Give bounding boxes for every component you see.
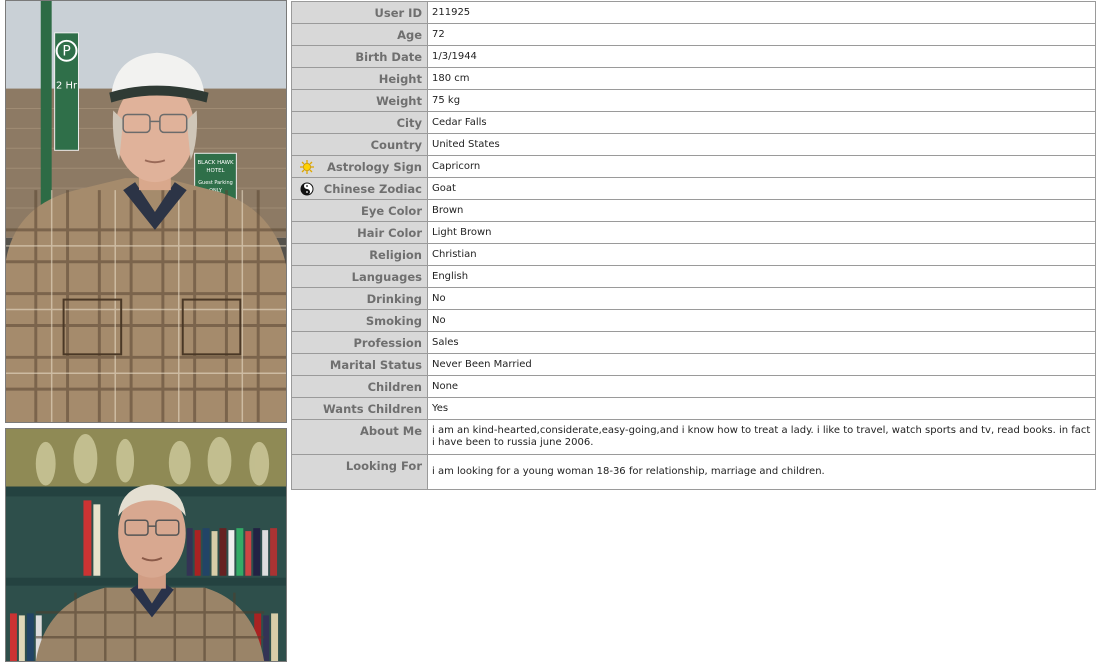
parking-sign-hours: 2 Hr	[56, 81, 78, 92]
profile-row-religion: Religion Christian	[291, 243, 1096, 266]
profile-row-smoking: Smoking No	[291, 309, 1096, 332]
profile-label-text-eye-color: Eye Color	[360, 203, 422, 218]
profile-label-age: Age	[291, 23, 428, 46]
profile-row-weight: Weight 75 kg	[291, 89, 1096, 112]
profile-value-smoking: No	[427, 309, 1096, 332]
profile-label-profession: Profession	[291, 331, 428, 354]
profile-row-age: Age 72	[291, 23, 1096, 46]
profile-label-eye-color: Eye Color	[291, 199, 428, 222]
profile-label-birth-date: Birth Date	[291, 45, 428, 68]
profile-row-hair-color: Hair Color Light Brown	[291, 221, 1096, 244]
profile-label-text-weight: Weight	[376, 93, 422, 108]
hotel-sign-line-1: BLACK HAWK	[197, 160, 234, 166]
profile-row-drinking: Drinking No	[291, 287, 1096, 310]
profile-label-hair-color: Hair Color	[291, 221, 428, 244]
profile-value-eye-color: Brown	[427, 199, 1096, 222]
profile-row-height: Height 180 cm	[291, 67, 1096, 90]
profile-label-text-user-id: User ID	[374, 5, 422, 20]
profile-label-text-children: Children	[367, 379, 422, 394]
profile-label-text-country: Country	[370, 137, 422, 152]
profile-label-astrology-sign: Astrology Sign	[291, 155, 428, 178]
profile-value-city: Cedar Falls	[427, 111, 1096, 134]
profile-value-astrology-sign: Capricorn	[427, 155, 1096, 178]
profile-label-chinese-zodiac: Chinese Zodiac	[291, 177, 428, 200]
profile-row-wants-children: Wants Children Yes	[291, 397, 1096, 420]
profile-label-marital-status: Marital Status	[291, 353, 428, 376]
profile-label-text-drinking: Drinking	[366, 291, 422, 306]
profile-value-country: United States	[427, 133, 1096, 156]
profile-row-eye-color: Eye Color Brown	[291, 199, 1096, 222]
profile-label-wants-children: Wants Children	[291, 397, 428, 420]
profile-row-looking-for: Looking For i am looking for a young woma…	[291, 454, 1096, 490]
profile-label-city: City	[291, 111, 428, 134]
parking-sign-letter: P	[62, 44, 70, 60]
profile-label-languages: Languages	[291, 265, 428, 288]
profile-value-height: 180 cm	[427, 67, 1096, 90]
profile-row-city: City Cedar Falls	[291, 111, 1096, 134]
profile-label-user-id: User ID	[291, 1, 428, 24]
profile-row-chinese-zodiac: Chinese Zodiac Goat	[291, 177, 1096, 200]
profile-label-religion: Religion	[291, 243, 428, 266]
profile-value-looking-for: i am looking for a young woman 18-36 for…	[427, 454, 1096, 490]
profile-row-country: Country United States	[291, 133, 1096, 156]
profile-value-religion: Christian	[427, 243, 1096, 266]
profile-label-height: Height	[291, 67, 428, 90]
profile-value-chinese-zodiac: Goat	[427, 177, 1096, 200]
profile-value-hair-color: Light Brown	[427, 221, 1096, 244]
profile-label-text-languages: Languages	[351, 269, 422, 284]
profile-row-children: Children None	[291, 375, 1096, 398]
profile-row-about-me: About Me i am an kind-hearted,considerate…	[291, 419, 1096, 455]
profile-row-languages: Languages English	[291, 265, 1096, 288]
profile-value-drinking: No	[427, 287, 1096, 310]
profile-photo-secondary[interactable]	[5, 428, 287, 662]
profile-photo-main[interactable]: P 2 Hr BLACK HAWK HOTEL Guest Parking ON…	[5, 0, 287, 423]
profile-value-languages: English	[427, 265, 1096, 288]
profile-value-marital-status: Never Been Married	[427, 353, 1096, 376]
hotel-sign-line-3: Guest Parking	[198, 180, 233, 186]
profile-label-text-profession: Profession	[353, 335, 422, 350]
profile-label-children: Children	[291, 375, 428, 398]
profile-label-text-marital-status: Marital Status	[329, 357, 422, 372]
profile-label-country: Country	[291, 133, 428, 156]
hotel-sign-line-2: HOTEL	[206, 168, 225, 174]
profile-row-user-id: User ID 211925	[291, 1, 1096, 24]
profile-label-text-birth-date: Birth Date	[355, 49, 422, 64]
profile-details-table: User ID 211925 Age 72 Birth Date 1/3/1944 Heig…	[291, 1, 1096, 490]
profile-value-age: 72	[427, 23, 1096, 46]
profile-value-profession: Sales	[427, 331, 1096, 354]
profile-value-user-id: 211925	[427, 1, 1096, 24]
profile-value-children: None	[427, 375, 1096, 398]
profile-row-astrology-sign: Astrology Sign Capricorn	[291, 155, 1096, 178]
profile-label-looking-for: Looking For	[291, 454, 428, 490]
profile-label-drinking: Drinking	[291, 287, 428, 310]
profile-value-about-me: i am an kind-hearted,considerate,easy-go…	[427, 419, 1096, 455]
profile-label-text-smoking: Smoking	[365, 313, 422, 328]
profile-row-birth-date: Birth Date 1/3/1944	[291, 45, 1096, 68]
profile-label-text-astrology-sign: Astrology Sign	[326, 159, 422, 174]
profile-label-text-religion: Religion	[369, 247, 422, 262]
profile-label-text-about-me: About Me	[360, 424, 422, 438]
profile-value-birth-date: 1/3/1944	[427, 45, 1096, 68]
profile-row-marital-status: Marital Status Never Been Married	[291, 353, 1096, 376]
profile-photo-main-image: P 2 Hr BLACK HAWK HOTEL Guest Parking ON…	[6, 1, 286, 422]
profile-label-text-looking-for: Looking For	[345, 459, 422, 473]
profile-label-text-chinese-zodiac: Chinese Zodiac	[323, 181, 422, 196]
profile-label-text-city: City	[396, 115, 422, 130]
profile-label-about-me: About Me	[291, 419, 428, 455]
profile-label-text-height: Height	[378, 71, 422, 86]
profile-photo-secondary-image	[6, 429, 286, 661]
profile-value-wants-children: Yes	[427, 397, 1096, 420]
profile-label-smoking: Smoking	[291, 309, 428, 332]
profile-label-weight: Weight	[291, 89, 428, 112]
profile-row-profession: Profession Sales	[291, 331, 1096, 354]
profile-label-text-wants-children: Wants Children	[323, 401, 422, 416]
profile-label-text-age: Age	[397, 27, 422, 42]
profile-value-weight: 75 kg	[427, 89, 1096, 112]
profile-label-text-hair-color: Hair Color	[357, 225, 422, 240]
